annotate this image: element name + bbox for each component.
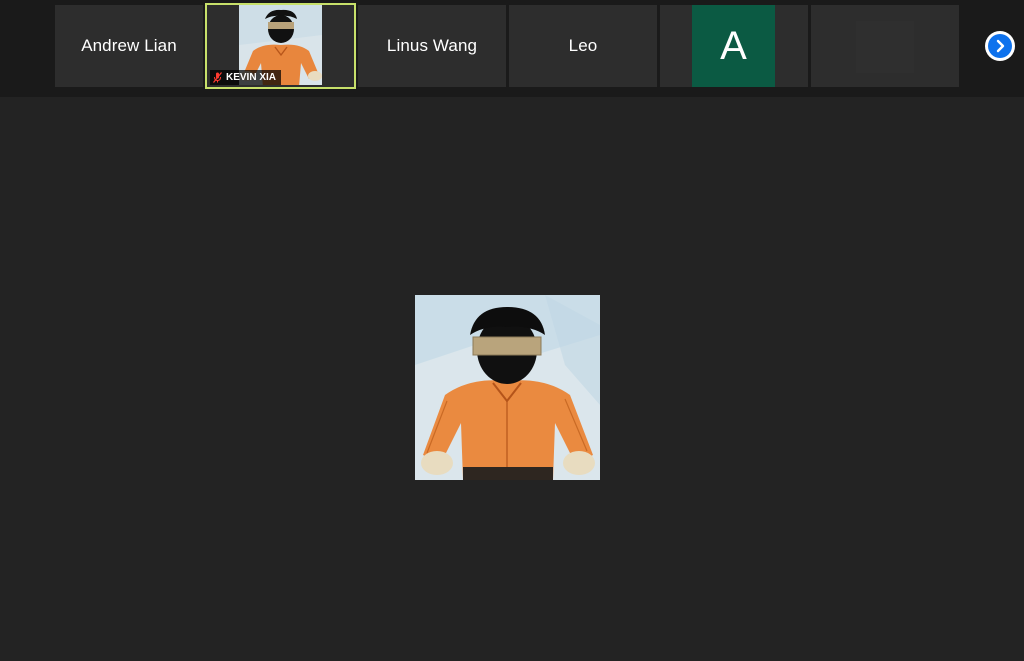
next-page-button[interactable] [985,31,1015,61]
active-speaker-video [415,295,600,480]
blank-video-placeholder [856,21,914,73]
participant-name: KEVIN XIA [226,72,277,83]
participant-tile-kevin-xia[interactable]: KEVIN XIA [205,3,356,89]
chevron-right-icon [996,39,1005,53]
participant-tile-blank[interactable] [811,5,959,87]
participant-name-tag: KEVIN XIA [210,70,282,85]
participant-tile-andrew-lian[interactable]: Andrew Lian [55,5,203,87]
muted-microphone-icon [213,72,222,83]
participant-name: Leo [568,36,598,55]
participant-tile-leo[interactable]: Leo [509,5,657,87]
avatar-initial: A [720,23,747,68]
participant-tile-avatar[interactable]: A [660,5,808,87]
participant-name: Linus Wang [386,36,478,55]
participant-strip: Andrew Lian KEVIN XIA Linus Wang Leo A [0,0,1024,97]
participant-tile-linus-wang[interactable]: Linus Wang [358,5,506,87]
participant-name: Andrew Lian [81,36,177,55]
avatar: A [692,5,775,87]
